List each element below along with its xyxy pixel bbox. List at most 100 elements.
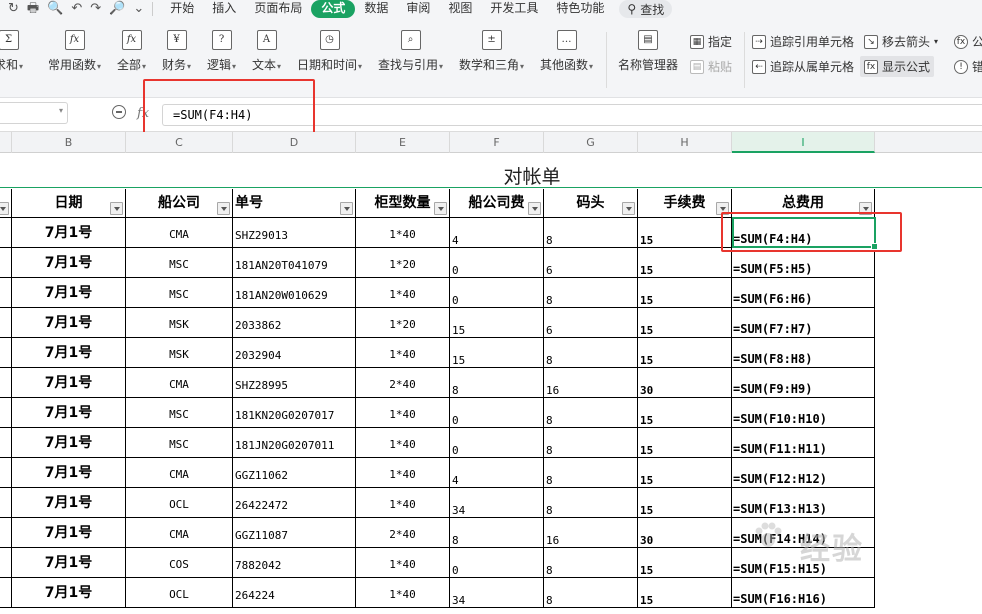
cell-number[interactable]: 2033862 — [233, 308, 356, 338]
filter-dropdown-icon[interactable] — [0, 202, 9, 215]
cell-date[interactable]: 7月1号 — [12, 368, 126, 398]
filter-dropdown-icon[interactable] — [110, 202, 123, 215]
math-trig-button[interactable]: ± 数学和三角▾ — [459, 30, 524, 73]
cell-terminal[interactable]: 8 — [544, 458, 638, 488]
cell-handling[interactable]: 15 — [638, 278, 732, 308]
tab-view[interactable]: 视图 — [439, 0, 481, 18]
logical-button[interactable]: ? 逻辑▾ — [207, 30, 236, 73]
autosum-button[interactable]: Σ 求和▾ — [0, 30, 23, 73]
cell-total[interactable]: =SUM(F6:H6) — [732, 278, 875, 308]
find-icon[interactable]: 🔎 — [109, 2, 125, 16]
cell-terminal[interactable]: 8 — [544, 338, 638, 368]
cell-date[interactable]: 7月1号 — [12, 248, 126, 278]
cell-company[interactable]: CMA — [126, 458, 233, 488]
cell-date[interactable]: 7月1号 — [12, 338, 126, 368]
cell-a[interactable] — [0, 368, 12, 398]
cell-number[interactable]: 264224 — [233, 578, 356, 608]
column-header-c[interactable]: C — [126, 132, 233, 153]
common-functions-button[interactable]: fx 常用函数▾ — [48, 30, 101, 73]
cell-a[interactable] — [0, 218, 12, 248]
undo-icon[interactable]: ↶ — [71, 2, 82, 16]
cell-company[interactable]: MSC — [126, 428, 233, 458]
tab-developer[interactable]: 开发工具 — [481, 0, 547, 18]
cell-company[interactable]: CMA — [126, 218, 233, 248]
cell-handling[interactable]: 15 — [638, 248, 732, 278]
cell-company[interactable]: MSK — [126, 338, 233, 368]
define-name-button[interactable]: ▦ 指定 — [690, 33, 732, 50]
cell-number[interactable]: GGZ11062 — [233, 458, 356, 488]
cell-quantity[interactable]: 1*40 — [356, 398, 450, 428]
cell-number[interactable]: SHZ28995 — [233, 368, 356, 398]
column-header-b[interactable]: B — [12, 132, 126, 153]
tab-formulas[interactable]: 公式 — [311, 0, 356, 18]
cell-handling[interactable]: 15 — [638, 488, 732, 518]
filter-dropdown-icon[interactable] — [716, 202, 729, 215]
cell-company[interactable]: MSK — [126, 308, 233, 338]
filter-dropdown-icon[interactable] — [528, 202, 541, 215]
cell-a[interactable] — [0, 518, 12, 548]
cell-a[interactable] — [0, 488, 12, 518]
cell-total[interactable]: =SUM(F12:H12) — [732, 458, 875, 488]
zoom-out-icon[interactable] — [112, 105, 126, 119]
remove-arrows-button[interactable]: ↘ 移去箭头 ▾ — [864, 33, 938, 50]
cell-date[interactable]: 7月1号 — [12, 578, 126, 608]
cell-terminal[interactable]: 8 — [544, 578, 638, 608]
cell-carrier-fee[interactable]: 0 — [450, 428, 544, 458]
cell-terminal[interactable]: 8 — [544, 218, 638, 248]
cell-carrier-fee[interactable]: 8 — [450, 368, 544, 398]
name-box[interactable]: ▾ — [0, 102, 68, 124]
cell-carrier-fee[interactable]: 0 — [450, 398, 544, 428]
cell-terminal[interactable]: 8 — [544, 488, 638, 518]
cell-terminal[interactable]: 6 — [544, 248, 638, 278]
column-header-e[interactable]: E — [356, 132, 450, 153]
lookup-reference-button[interactable]: ⌕ 查找与引用▾ — [378, 30, 443, 73]
more-functions-button[interactable]: … 其他函数▾ — [540, 30, 593, 73]
tab-home[interactable]: 开始 — [161, 0, 203, 18]
cell-carrier-fee[interactable]: 4 — [450, 458, 544, 488]
cell-carrier-fee[interactable]: 15 — [450, 338, 544, 368]
cell-terminal[interactable]: 16 — [544, 518, 638, 548]
cell-handling[interactable]: 15 — [638, 458, 732, 488]
trace-dependents-button[interactable]: ⇠ 追踪从属单元格 — [752, 58, 854, 75]
tab-data[interactable]: 数据 — [355, 0, 397, 18]
cell-a[interactable] — [0, 308, 12, 338]
formula-options-button[interactable]: fx 公 — [954, 33, 982, 50]
cell-company[interactable]: MSC — [126, 398, 233, 428]
error-check-button[interactable]: ! 错 — [954, 58, 982, 75]
cell-date[interactable]: 7月1号 — [12, 548, 126, 578]
column-header-h[interactable]: H — [638, 132, 732, 153]
cell-date[interactable]: 7月1号 — [12, 488, 126, 518]
tab-review[interactable]: 审阅 — [397, 0, 439, 18]
cell-number[interactable]: 181AN20T041079 — [233, 248, 356, 278]
cell-date[interactable]: 7月1号 — [12, 458, 126, 488]
cell-carrier-fee[interactable]: 8 — [450, 518, 544, 548]
cell-terminal[interactable]: 8 — [544, 428, 638, 458]
filter-dropdown-icon[interactable] — [340, 202, 353, 215]
all-functions-button[interactable]: fx 全部▾ — [117, 30, 146, 73]
cell-company[interactable]: COS — [126, 548, 233, 578]
cell-a[interactable] — [0, 548, 12, 578]
cell-quantity[interactable]: 1*20 — [356, 308, 450, 338]
filter-dropdown-icon[interactable] — [217, 202, 230, 215]
cell-carrier-fee[interactable]: 34 — [450, 578, 544, 608]
cell-a[interactable] — [0, 398, 12, 428]
fx-icon[interactable]: fx — [137, 106, 149, 121]
cell-quantity[interactable]: 1*40 — [356, 578, 450, 608]
cell-quantity[interactable]: 2*40 — [356, 368, 450, 398]
paste-name-button[interactable]: ▤ 粘贴 — [690, 58, 732, 75]
cell-terminal[interactable]: 16 — [544, 368, 638, 398]
cell-company[interactable]: MSC — [126, 278, 233, 308]
trace-precedents-button[interactable]: ⇢ 追踪引用单元格 — [752, 33, 854, 50]
cell-terminal[interactable]: 8 — [544, 548, 638, 578]
cell-quantity[interactable]: 1*20 — [356, 248, 450, 278]
cell-carrier-fee[interactable]: 34 — [450, 488, 544, 518]
column-header-d[interactable]: D — [233, 132, 356, 153]
cell-handling[interactable]: 15 — [638, 428, 732, 458]
redo-icon[interactable]: ↻ — [8, 2, 19, 16]
cell-total[interactable]: =SUM(F16:H16) — [732, 578, 875, 608]
cell-quantity[interactable]: 1*40 — [356, 278, 450, 308]
cell-quantity[interactable]: 1*40 — [356, 488, 450, 518]
cell-number[interactable]: 181JN20G0207011 — [233, 428, 356, 458]
cell-date[interactable]: 7月1号 — [12, 308, 126, 338]
cell-total[interactable]: =SUM(F7:H7) — [732, 308, 875, 338]
